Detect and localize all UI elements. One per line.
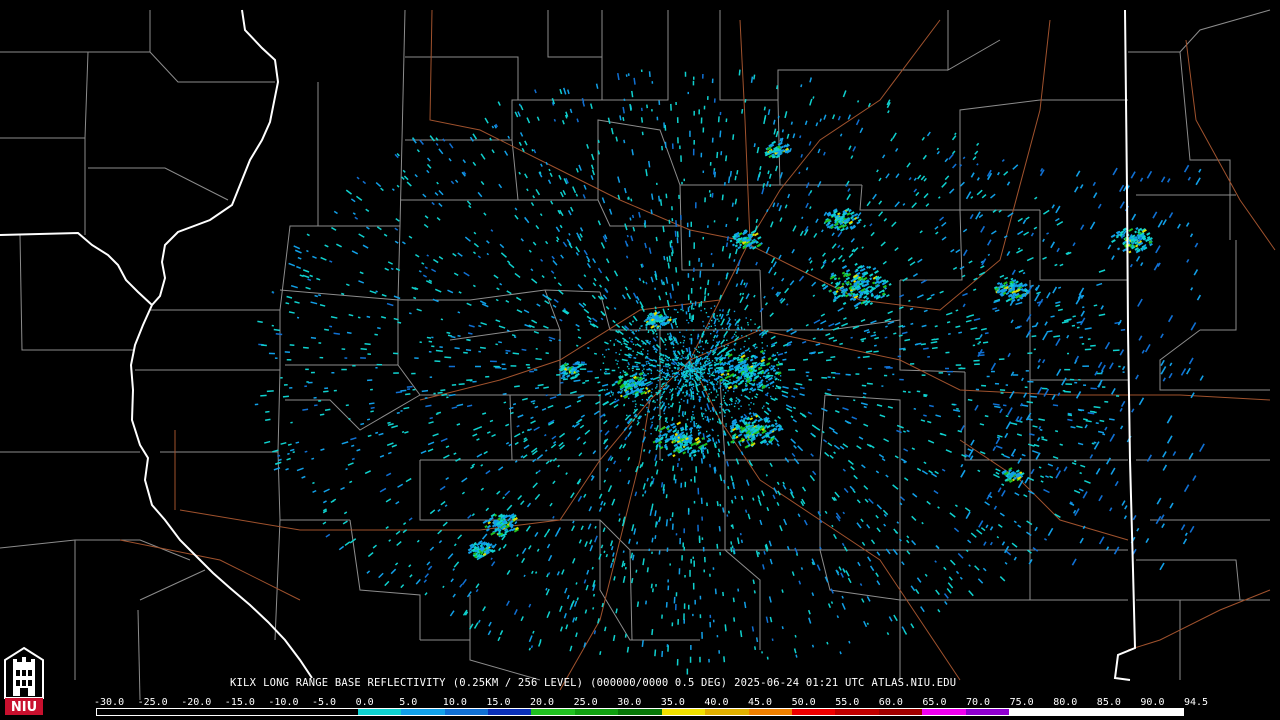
colorbar-segment <box>227 709 271 715</box>
colorbar-tick-label: 30.0 <box>617 697 642 708</box>
colorbar-segment <box>314 709 358 715</box>
colorbar-tick-label: 70.0 <box>966 697 991 708</box>
colorbar-segment <box>531 709 575 715</box>
colorbar-segment <box>401 709 445 715</box>
radar-map <box>0 0 1280 720</box>
colorbar-tick-label: 40.0 <box>704 697 729 708</box>
colorbar-tick-label: 94.5 <box>1184 697 1209 708</box>
colorbar-segment <box>922 709 966 715</box>
colorbar-tick-label: 55.0 <box>835 697 860 708</box>
colorbar-segment <box>705 709 749 715</box>
colorbar-segment <box>444 709 488 715</box>
colorbar-tick-label: 90.0 <box>1140 697 1165 708</box>
colorbar-tick-label: -30.0 <box>94 697 125 708</box>
caption-source: ATLAS.NIU.EDU <box>871 677 957 689</box>
colorbar-tick-label: 75.0 <box>1009 697 1034 708</box>
colorbar-tick-label: 25.0 <box>573 697 598 708</box>
colorbar-segment <box>183 709 228 715</box>
logo-text: NIU <box>11 700 37 715</box>
colorbar-segment <box>270 709 315 715</box>
colorbar-segment <box>140 709 184 715</box>
colorbar-segment <box>618 709 662 715</box>
colorbar-tick-label: 60.0 <box>878 697 903 708</box>
colorbar-segment <box>1052 709 1097 715</box>
colorbar-tick-label: -15.0 <box>224 697 255 708</box>
caption-station: KILX <box>230 677 257 689</box>
colorbar-segment <box>97 709 141 715</box>
caption-timestamp: 2025-06-24 01:21 UTC <box>734 677 865 689</box>
reflectivity-colorbar <box>96 708 1184 716</box>
colorbar-segment <box>1096 709 1140 715</box>
colorbar-segment <box>792 709 836 715</box>
caption-volume: (000000/0000 0.5 DEG) <box>590 677 728 689</box>
colorbar-tick-label: -5.0 <box>312 697 337 708</box>
colorbar-tick-label: 0.0 <box>355 697 374 708</box>
colorbar-segment <box>1009 709 1053 715</box>
map-background <box>0 0 1280 720</box>
colorbar-segment <box>1139 709 1183 715</box>
colorbar-tick-label: -25.0 <box>137 697 168 708</box>
colorbar-segment <box>357 709 402 715</box>
colorbar-segment <box>574 709 619 715</box>
colorbar-segment <box>878 709 923 715</box>
colorbar-segment <box>487 709 532 715</box>
colorbar-tick-label: 20.0 <box>530 697 555 708</box>
colorbar-tick-label: 85.0 <box>1096 697 1121 708</box>
colorbar-segment <box>661 709 706 715</box>
colorbar-segment <box>748 709 792 715</box>
colorbar-tick-labels: -30.0 -25.0 -20.0 -15.0 -10.0 -5.0 0.0 5.0 10.0 1… <box>94 697 1208 708</box>
niu-logo-icon: NIU <box>4 646 44 715</box>
product-caption: KILX LONG RANGE BASE REFLECTIVITY (0.25KM … <box>230 677 963 689</box>
colorbar-tick-label: 35.0 <box>660 697 685 708</box>
colorbar-tick-label: 5.0 <box>399 697 418 708</box>
caption-title: LONG RANGE BASE REFLECTIVITY <box>263 677 446 689</box>
colorbar-segment <box>965 709 1010 715</box>
colorbar-tick-label: 45.0 <box>748 697 773 708</box>
colorbar-tick-label: -10.0 <box>268 697 299 708</box>
colorbar-tick-label: 50.0 <box>791 697 816 708</box>
colorbar-tick-label: 15.0 <box>486 697 511 708</box>
colorbar-tick-label: -20.0 <box>181 697 212 708</box>
colorbar-tick-label: 80.0 <box>1053 697 1078 708</box>
colorbar-tick-label: 10.0 <box>442 697 467 708</box>
caption-resolution: (0.25KM / 256 LEVEL) <box>452 677 584 689</box>
colorbar-tick-label: 65.0 <box>922 697 947 708</box>
colorbar-segment <box>835 709 879 715</box>
